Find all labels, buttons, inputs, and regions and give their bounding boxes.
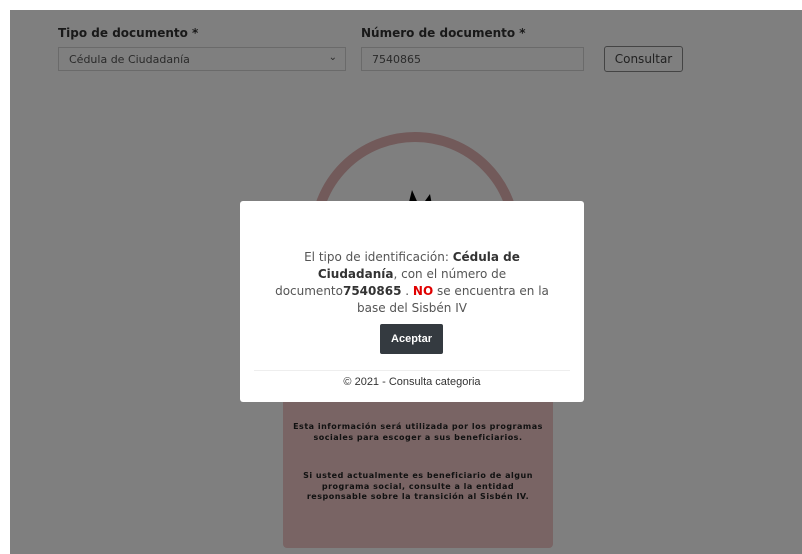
modal-divider [254,370,570,371]
consulta-page: Tipo de documento * Cédula de Ciudadanía… [10,10,802,554]
accept-button[interactable]: Aceptar [380,324,443,354]
msg-dot: . [405,284,410,298]
msg-no: NO [412,284,434,298]
msg-prefix: El tipo de identificación: [304,250,449,264]
modal-footer: © 2021 - Consulta categoria [343,376,481,388]
modal-message: El tipo de identificación: Cédula de Ciu… [270,249,554,317]
msg-doc-number: 7540865 [342,284,402,298]
result-modal: El tipo de identificación: Cédula de Ciu… [240,201,584,402]
